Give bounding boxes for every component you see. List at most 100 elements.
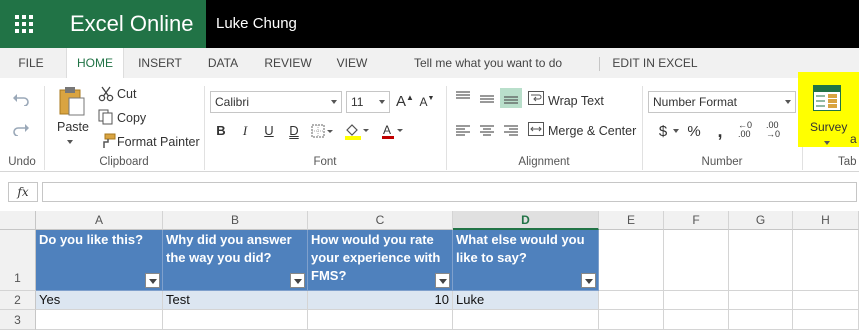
empty-cell[interactable] [664,310,729,330]
filter-dropdown-icon[interactable] [435,273,450,288]
empty-cell[interactable] [308,310,453,330]
empty-cell[interactable] [793,291,859,310]
svg-text:A: A [383,123,391,137]
filter-dropdown-icon[interactable] [145,273,160,288]
empty-cell[interactable] [793,230,859,291]
cut-button[interactable]: Cut [117,87,136,101]
tab-file[interactable]: FILE [10,48,52,78]
redo-icon[interactable] [12,122,30,141]
empty-cell[interactable] [599,310,664,330]
wrap-text-icon [528,91,544,110]
filter-dropdown-icon[interactable] [581,273,596,288]
survey-extra-text: a [850,132,857,146]
number-format-value: Number Format [653,95,738,109]
column-header-f[interactable]: F [664,211,729,230]
copy-icon [98,109,114,130]
formula-input[interactable] [42,182,857,202]
empty-cell[interactable] [36,310,163,330]
table-header-cell[interactable]: Why did you answer the way you did? [163,230,308,291]
column-header-a[interactable]: A [36,211,163,230]
align-middle-icon[interactable] [480,92,494,110]
paste-button[interactable]: Paste [57,120,89,134]
header-text: How would you rate your experience with … [311,232,441,283]
table-cell[interactable]: 10 [308,291,453,310]
table-header-cell[interactable]: How would you rate your experience with … [308,230,453,291]
row-header-1[interactable]: 1 [0,230,36,291]
currency-button[interactable]: $ [654,123,672,140]
font-name-select[interactable]: Calibri [210,91,342,113]
empty-cell[interactable] [599,291,664,310]
grow-font-button[interactable]: A▲ [396,93,414,110]
user-name[interactable]: Luke Chung [216,0,297,48]
table-cell[interactable]: Yes [36,291,163,310]
survey-dropdown-icon[interactable] [824,141,830,145]
group-label-font: Font [313,156,337,168]
font-color-icon[interactable]: A [381,122,407,145]
tab-review[interactable]: REVIEW [258,48,318,78]
scissors-icon [98,86,114,107]
align-top-icon[interactable] [456,90,470,108]
paste-icon[interactable] [58,86,86,121]
app-name[interactable]: Excel Online [48,0,206,48]
currency-dropdown-icon[interactable] [673,129,679,133]
column-header-g[interactable]: G [729,211,793,230]
fill-color-icon[interactable] [343,122,369,145]
empty-cell[interactable] [664,291,729,310]
column-header-e[interactable]: E [599,211,664,230]
column-header-c[interactable]: C [308,211,453,230]
group-label-number: Number [701,156,743,168]
number-format-select[interactable]: Number Format [648,91,796,113]
tell-me-search[interactable]: Tell me what you want to do [412,48,570,78]
insert-function-icon[interactable]: fx [8,182,38,202]
table-header-cell[interactable]: What else would you like to say? [453,230,599,291]
wrap-text-button[interactable]: Wrap Text [548,94,604,108]
column-header-b[interactable]: B [163,211,308,230]
tab-data[interactable]: DATA [198,48,248,78]
empty-cell[interactable] [664,230,729,291]
undo-icon[interactable] [12,92,30,111]
empty-cell[interactable] [163,310,308,330]
align-left-icon[interactable] [456,124,470,142]
empty-cell[interactable] [729,291,793,310]
tab-view[interactable]: VIEW [328,48,376,78]
column-header-h[interactable]: H [793,211,859,230]
paste-dropdown-icon[interactable] [67,140,73,144]
header-text: Do you like this? [39,232,144,247]
tab-insert[interactable]: INSERT [132,48,188,78]
align-bottom-icon[interactable] [500,88,522,108]
format-painter-button[interactable]: Format Painter [117,135,200,149]
survey-button[interactable]: Survey a [798,72,859,147]
empty-cell[interactable] [793,310,859,330]
title-bar: Excel Online Luke Chung [0,0,859,48]
column-header-d[interactable]: D [453,211,599,230]
empty-cell[interactable] [729,310,793,330]
row-header-3[interactable]: 3 [0,310,36,330]
borders-icon[interactable] [311,124,333,143]
percent-button[interactable]: % [685,123,703,140]
select-all-corner[interactable] [0,211,36,230]
comma-style-button[interactable]: , [711,121,729,142]
tab-home[interactable]: HOME [66,48,124,78]
italic-button[interactable]: I [236,123,254,139]
filter-dropdown-icon[interactable] [290,273,305,288]
bold-button[interactable]: B [212,123,230,138]
empty-cell[interactable] [453,310,599,330]
app-launcher-icon[interactable] [0,0,48,48]
table-header-cell[interactable]: Do you like this? [36,230,163,291]
row-header-2[interactable]: 2 [0,291,36,310]
table-cell[interactable]: Luke [453,291,599,310]
empty-cell[interactable] [599,230,664,291]
decrease-decimal-button[interactable]: .00 →0 [766,121,780,139]
underline-button[interactable]: U [260,123,278,138]
table-cell[interactable]: Test [163,291,308,310]
align-right-icon[interactable] [504,124,518,142]
copy-button[interactable]: Copy [117,111,146,125]
align-center-icon[interactable] [480,124,494,142]
font-size-select[interactable]: 11 [346,91,390,113]
increase-decimal-button[interactable]: ←0.00 [738,121,752,139]
double-underline-button[interactable]: D [285,123,303,138]
merge-center-button[interactable]: Merge & Center [548,124,636,138]
shrink-font-button[interactable]: A▼ [418,95,436,109]
empty-cell[interactable] [729,230,793,291]
tab-edit-in-excel[interactable]: EDIT IN EXCEL [612,48,698,78]
